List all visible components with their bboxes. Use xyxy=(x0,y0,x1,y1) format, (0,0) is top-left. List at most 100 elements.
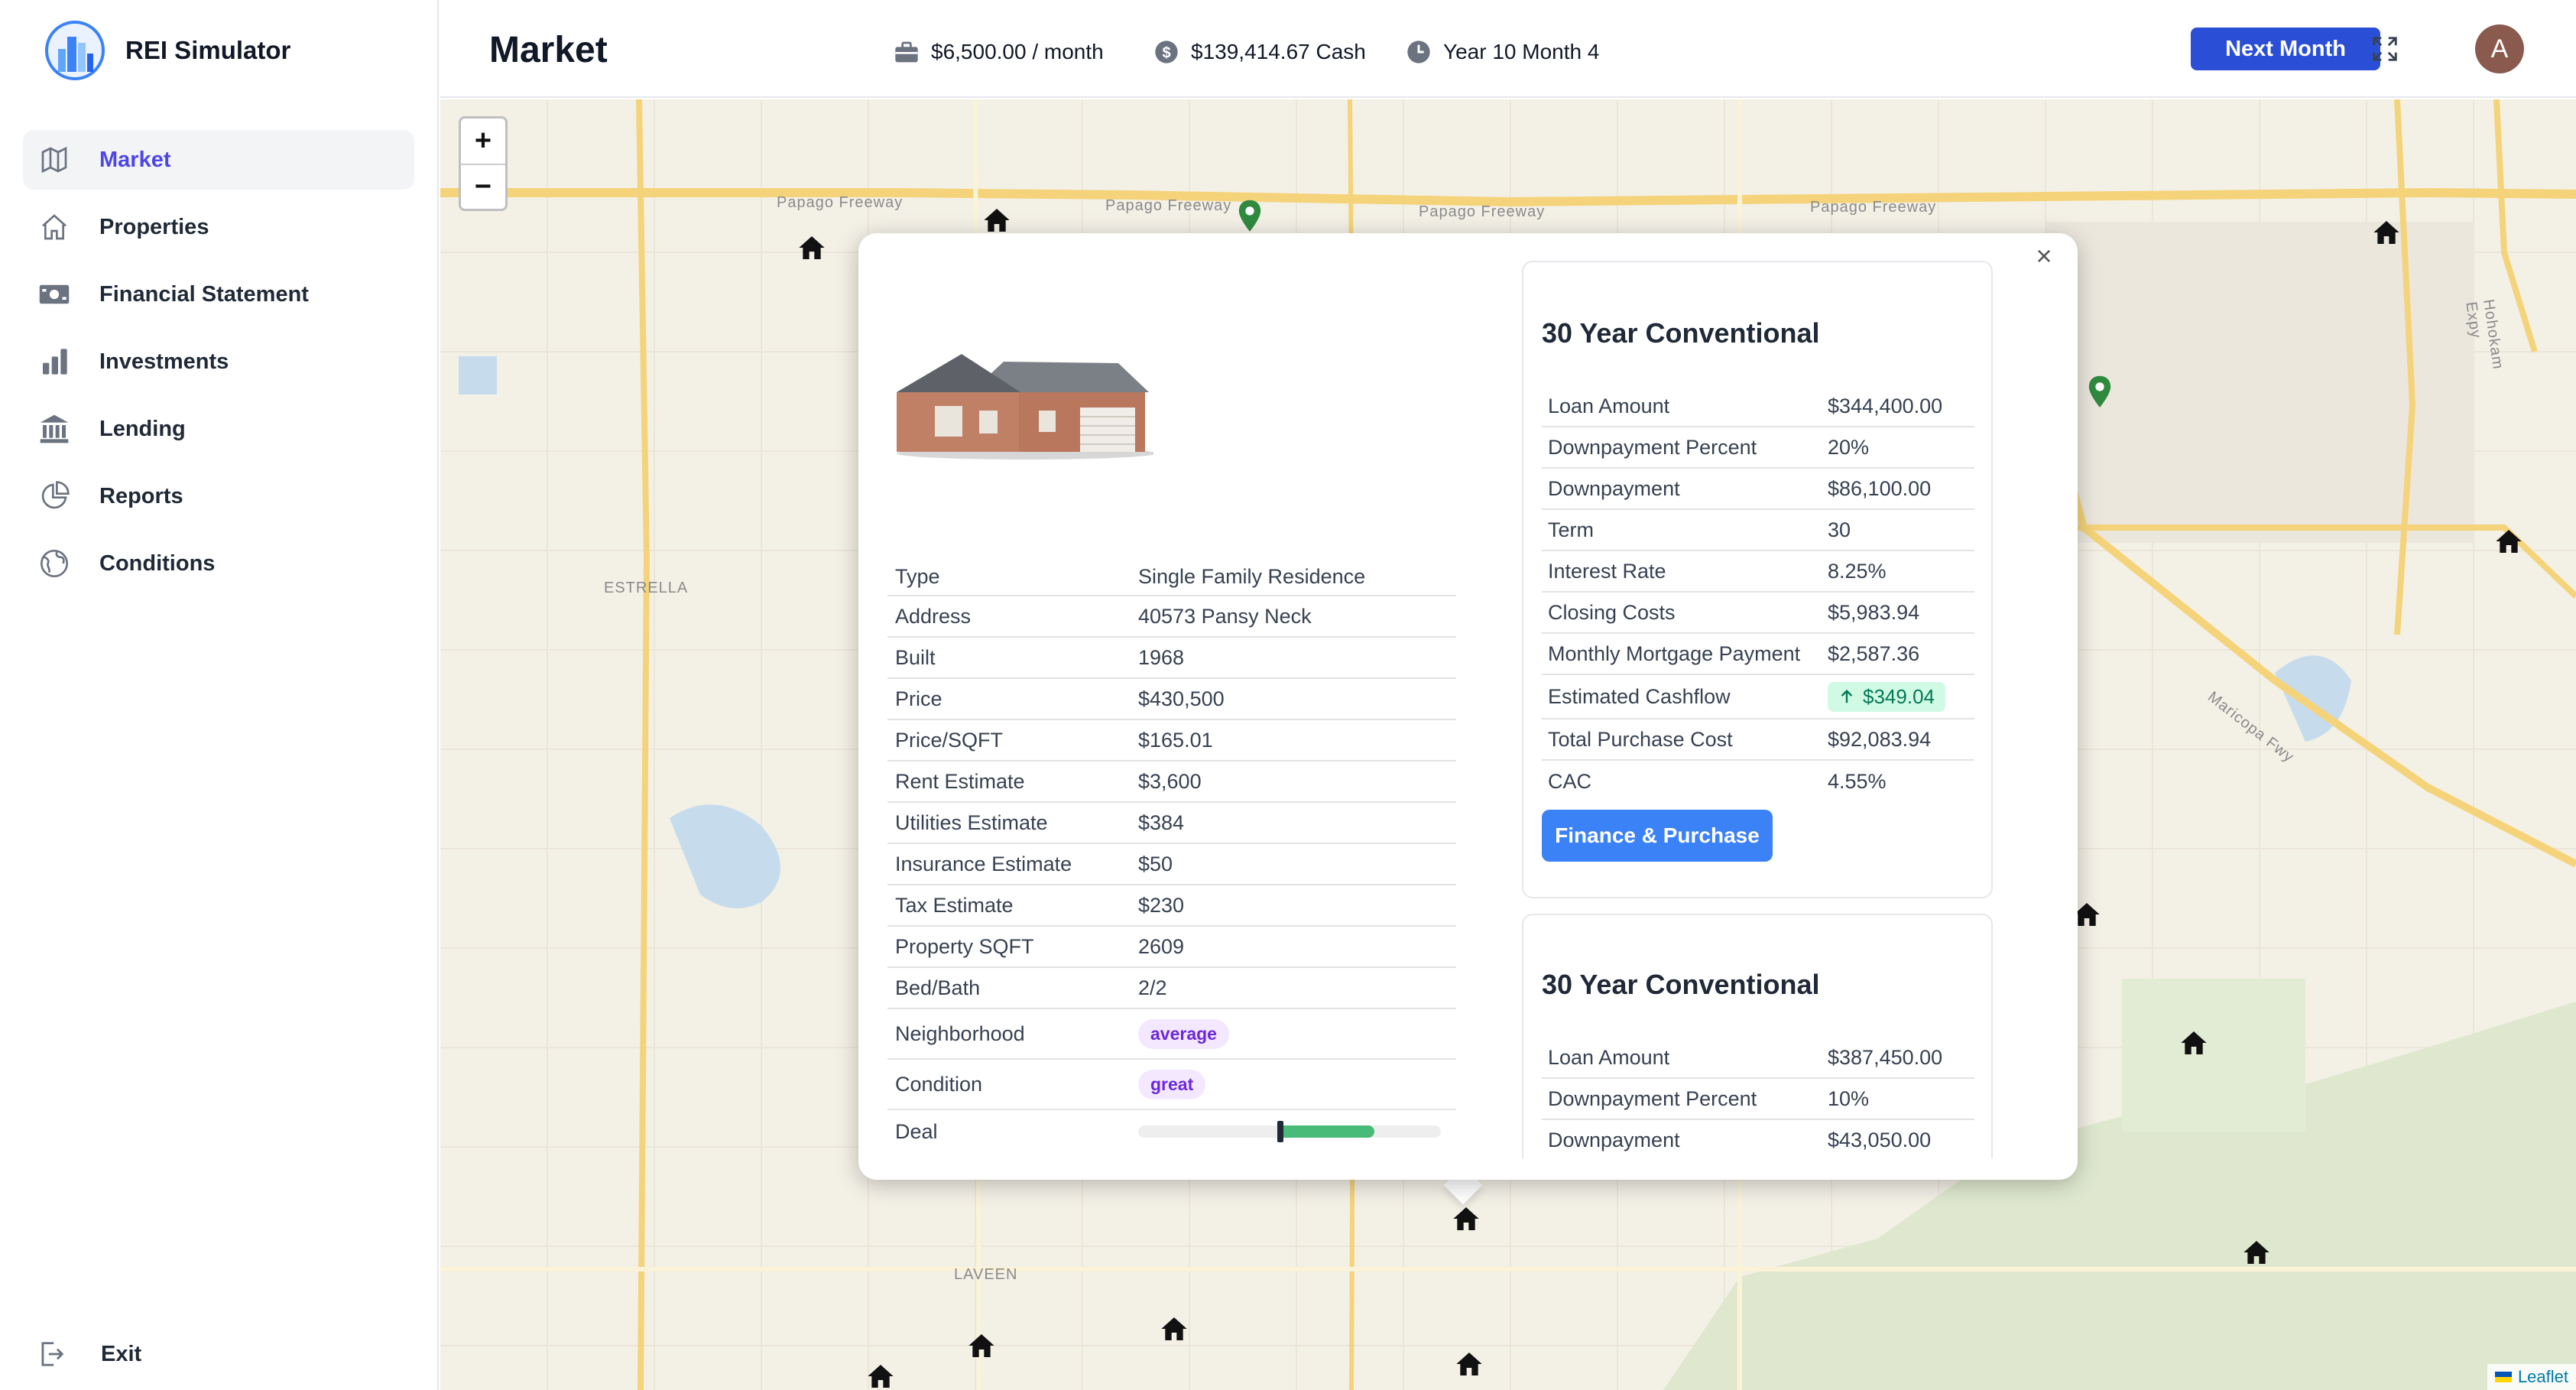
detail-key: Deal xyxy=(895,1119,938,1143)
sidebar-item-conditions[interactable]: Conditions xyxy=(23,534,414,593)
property-marker-house-icon[interactable] xyxy=(2179,1028,2209,1058)
loan-row-cashflow: Estimated Cashflow $349.04 xyxy=(1542,675,1974,719)
ukraine-flag-icon xyxy=(2494,1372,2512,1382)
app-name: REI Simulator xyxy=(125,36,291,64)
detail-key: Property SQFT xyxy=(895,934,1034,958)
loan-key: Downpayment Percent xyxy=(1548,435,1757,459)
loan-row: Downpayment $43,050.00 xyxy=(1542,1120,1974,1158)
leaflet-attribution-link[interactable]: Leaflet xyxy=(2487,1364,2576,1390)
loan-options-list[interactable]: 30 Year Conventional Loan Amount $344,400… xyxy=(1520,256,2055,1158)
sidebar-item-label: Properties xyxy=(99,214,209,239)
loan-key: Loan Amount xyxy=(1548,394,1670,417)
loan-details-table: Loan Amount $344,400.00 Downpayment Perce… xyxy=(1542,386,1974,802)
property-details-table: Type Single Family Residence Address 405… xyxy=(887,558,1456,1153)
detail-key: Bed/Bath xyxy=(895,976,981,999)
user-avatar[interactable]: A xyxy=(2475,24,2524,73)
loan-key: Monthly Mortgage Payment xyxy=(1548,641,1801,665)
owned-property-pin-icon[interactable] xyxy=(1237,199,1263,234)
detail-key: Type xyxy=(895,564,940,588)
property-marker-house-icon[interactable] xyxy=(981,205,1012,235)
loan-value: $2,587.36 xyxy=(1828,641,1920,665)
zoom-in-button[interactable]: + xyxy=(461,119,505,164)
detail-value: 2/2 xyxy=(1138,976,1167,999)
neighborhood-badge: average xyxy=(1138,1018,1229,1049)
exit-icon xyxy=(41,1342,64,1366)
finance-purchase-button[interactable]: Finance & Purchase xyxy=(1542,810,1773,862)
cash-value: $139,414.67 Cash xyxy=(1191,40,1366,63)
detail-key: Rent Estimate xyxy=(895,769,1025,793)
property-marker-house-icon[interactable] xyxy=(966,1330,997,1361)
loan-key: Term xyxy=(1548,518,1594,541)
home-icon xyxy=(37,209,72,245)
loan-details-table: Loan Amount $387,450.00 Downpayment Perce… xyxy=(1542,1038,1974,1158)
detail-key: Neighborhood xyxy=(895,1021,1025,1045)
deal-meter-fill xyxy=(1277,1125,1374,1138)
detail-key: Insurance Estimate xyxy=(895,852,1072,875)
loan-row: Downpayment $86,100.00 xyxy=(1542,469,1974,510)
detail-key: Address xyxy=(895,604,972,628)
sidebar-item-lending[interactable]: Lending xyxy=(23,399,414,459)
exit-label: Exit xyxy=(101,1341,142,1366)
bar-chart-icon xyxy=(37,344,72,379)
loan-value: $86,100.00 xyxy=(1828,476,1932,500)
detail-value: $50 xyxy=(1138,852,1173,875)
sidebar-item-label: Financial Statement xyxy=(99,281,309,307)
loan-key: Interest Rate xyxy=(1548,559,1666,583)
brand[interactable]: REI Simulator xyxy=(44,20,290,81)
detail-value: Single Family Residence xyxy=(1138,564,1366,588)
property-marker-house-icon[interactable] xyxy=(2241,1237,2272,1268)
exit-button[interactable]: Exit xyxy=(37,1335,141,1373)
detail-value: $430,500 xyxy=(1138,687,1225,710)
detail-value: 1968 xyxy=(1138,645,1185,669)
loan-row: Downpayment Percent 20% xyxy=(1542,427,1974,469)
loan-title: 30 Year Conventional xyxy=(1542,317,1820,349)
monthly-income-value: $6,500.00 / month xyxy=(931,40,1104,63)
sidebar-item-investments[interactable]: Investments xyxy=(23,332,414,391)
sidebar-item-label: Investments xyxy=(99,349,229,374)
property-marker-house-icon[interactable] xyxy=(1454,1349,1484,1379)
loan-row: Closing Costs $5,983.94 xyxy=(1542,593,1974,634)
sidebar-item-properties[interactable]: Properties xyxy=(23,197,414,257)
map-label-laveen: LAVEEN xyxy=(954,1266,1018,1283)
map-label-papago: Papago Freeway xyxy=(1105,197,1232,214)
detail-value: average xyxy=(1138,1018,1456,1049)
loan-value: $92,083.94 xyxy=(1828,727,1932,751)
city-logo-icon xyxy=(45,21,105,80)
owned-property-pin-icon[interactable] xyxy=(2087,375,2113,410)
property-marker-house-icon[interactable] xyxy=(2493,526,2524,557)
zoom-out-button[interactable]: − xyxy=(461,164,505,209)
bank-icon xyxy=(37,411,72,447)
zoom-control: + − xyxy=(459,116,508,211)
property-marker-house-icon[interactable] xyxy=(1159,1314,1189,1344)
detail-value: $3,600 xyxy=(1138,769,1202,793)
loan-value: 20% xyxy=(1828,435,1870,459)
detail-row-insurance-estimate: Insurance Estimate $50 xyxy=(887,844,1456,885)
property-marker-house-icon[interactable] xyxy=(796,232,827,263)
sidebar-item-reports[interactable]: Reports xyxy=(23,466,414,526)
property-marker-house-icon[interactable] xyxy=(1451,1203,1481,1234)
property-marker-house-icon[interactable] xyxy=(2371,217,2402,248)
detail-row-deal: Deal xyxy=(887,1110,1456,1153)
loan-value: 8.25% xyxy=(1828,559,1887,583)
sidebar-item-financial-statement[interactable]: Financial Statement xyxy=(23,265,414,324)
page-title: Market xyxy=(489,30,608,70)
loan-key: Total Purchase Cost xyxy=(1548,727,1733,751)
loan-value: $344,400.00 xyxy=(1828,394,1943,417)
map-label-papago: Papago Freeway xyxy=(1419,203,1546,220)
detail-row-neighborhood: Neighborhood average xyxy=(887,1009,1456,1060)
sidebar-item-market[interactable]: Market xyxy=(23,130,414,190)
expand-icon xyxy=(2373,37,2397,61)
loan-key: Downpayment Percent xyxy=(1548,1086,1757,1110)
map-label-papago: Papago Freeway xyxy=(1810,199,1937,216)
fullscreen-button[interactable] xyxy=(2370,34,2400,64)
detail-key: Price/SQFT xyxy=(895,728,1004,752)
loan-option-card: 30 Year Conventional Loan Amount $387,450… xyxy=(1522,914,1993,1158)
briefcase-icon xyxy=(895,41,918,63)
next-month-button[interactable]: Next Month xyxy=(2191,28,2380,70)
property-marker-house-icon[interactable] xyxy=(865,1361,896,1390)
loan-row: Interest Rate 8.25% xyxy=(1542,551,1974,593)
svg-text:$: $ xyxy=(1162,44,1170,61)
loan-row: CAC 4.55% xyxy=(1542,761,1974,802)
loan-row: Monthly Mortgage Payment $2,587.36 xyxy=(1542,634,1974,675)
loan-title: 30 Year Conventional xyxy=(1542,969,1820,1000)
